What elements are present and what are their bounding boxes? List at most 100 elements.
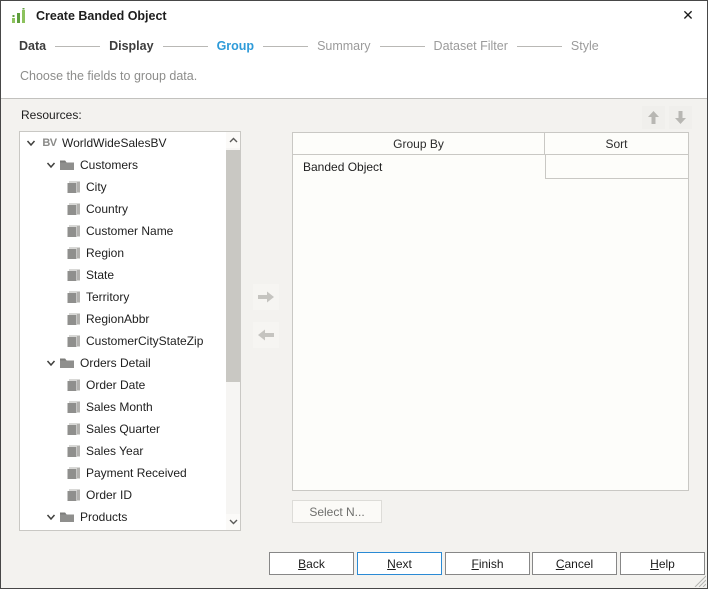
chevron-down-icon[interactable] — [45, 159, 57, 171]
up-arrow-icon — [648, 111, 659, 124]
tree-item-label: Sales Quarter — [86, 422, 161, 436]
tree-item-customers[interactable]: Customers — [20, 154, 226, 176]
group-by-cell[interactable]: Banded Object — [293, 155, 545, 179]
tree-item-regionabbr[interactable]: RegionAbbr — [20, 308, 226, 330]
down-arrow-icon — [675, 111, 686, 124]
wizard-step-dataset-filter[interactable]: Dataset Filter — [434, 39, 508, 53]
chevron-down-icon[interactable] — [45, 357, 57, 369]
tree-item-sales-quarter[interactable]: Sales Quarter — [20, 418, 226, 440]
group-by-table: Group By Sort Banded Object — [292, 132, 689, 491]
resources-tree: BV WorldWideSalesBV Customers City Country Cu… — [19, 131, 241, 531]
tree-item-label: Country — [86, 202, 129, 216]
field-icon — [65, 399, 81, 415]
wizard-step-group[interactable]: Group — [217, 39, 255, 53]
tree-item-label: City — [86, 180, 107, 194]
folder-icon — [59, 355, 75, 371]
step-connector — [55, 45, 101, 47]
move-down-button[interactable] — [669, 106, 692, 129]
chevron-down-icon[interactable] — [45, 511, 57, 523]
field-icon — [65, 465, 81, 481]
scroll-down-icon[interactable] — [226, 514, 240, 530]
group-table-header: Group By Sort — [293, 133, 688, 155]
dialog-title: Create Banded Object — [36, 9, 167, 23]
tree-item-label: Territory — [86, 290, 130, 304]
tree-item-label: WorldWideSalesBV — [62, 136, 167, 150]
field-icon — [65, 421, 81, 437]
wizard-step-display[interactable]: Display — [109, 39, 153, 53]
folder-icon — [59, 509, 75, 525]
tree-item-label: Order ID — [86, 488, 133, 502]
tree-item-label: Sales Month — [86, 400, 153, 414]
field-icon — [65, 245, 81, 261]
wizard-step-data[interactable]: Data — [19, 39, 46, 53]
scroll-up-icon[interactable] — [226, 132, 240, 148]
step-subtitle: Choose the fields to group data. — [20, 69, 198, 83]
tree-item-state[interactable]: State — [20, 264, 226, 286]
step-connector — [516, 45, 562, 47]
back-button[interactable]: Back — [269, 552, 354, 575]
tree-item-order-id[interactable]: Order ID — [20, 484, 226, 506]
tree-item-label: Orders Detail — [80, 356, 151, 370]
field-icon — [65, 377, 81, 393]
select-n-button[interactable]: Select N... — [292, 500, 382, 523]
field-icon — [65, 311, 81, 327]
help-button[interactable]: Help — [620, 552, 705, 575]
tree-item-label: Customers — [80, 158, 139, 172]
wizard-header: Create Banded Object ✕ Data Display Group S… — [1, 1, 707, 99]
tree-item-label: Products — [80, 510, 128, 524]
column-header-sort: Sort — [605, 136, 628, 151]
right-arrow-icon — [258, 291, 274, 303]
titlebar: Create Banded Object ✕ — [1, 1, 707, 31]
next-button[interactable]: Next — [357, 552, 442, 575]
tree-item-partial[interactable] — [20, 528, 226, 530]
tree-item-label: RegionAbbr — [86, 312, 150, 326]
wizard-step-style[interactable]: Style — [571, 39, 599, 53]
sort-cell[interactable] — [545, 155, 688, 179]
remove-field-button[interactable] — [253, 322, 279, 348]
tree-item-label: Customer Name — [86, 224, 174, 238]
folder-icon — [59, 157, 75, 173]
field-icon — [65, 443, 81, 459]
chevron-down-icon[interactable] — [25, 137, 37, 149]
field-icon — [65, 223, 81, 239]
column-header-group-by: Group By — [293, 133, 545, 154]
field-icon — [65, 289, 81, 305]
tree-item-customercitystatezip[interactable]: CustomerCityStateZip — [20, 330, 226, 352]
step-connector — [162, 45, 208, 47]
tree-scrollbar[interactable] — [226, 132, 240, 530]
add-field-button[interactable] — [253, 284, 279, 310]
tree-item-worldwidesalesbv[interactable]: BV WorldWideSalesBV — [20, 132, 226, 154]
table-row: Banded Object — [293, 155, 688, 179]
tree-item-payment-received[interactable]: Payment Received — [20, 462, 226, 484]
tree-item-region[interactable]: Region — [20, 242, 226, 264]
create-banded-object-dialog: Create Banded Object ✕ Data Display Group S… — [0, 0, 708, 589]
tree-item-products[interactable]: Products — [20, 506, 226, 528]
cancel-button[interactable]: Cancel — [532, 552, 617, 575]
wizard-step-summary[interactable]: Summary — [317, 39, 370, 53]
wizard-steps: Data Display Group Summary Dataset Filter Sty… — [19, 39, 599, 53]
field-icon — [65, 333, 81, 349]
resize-grip[interactable] — [693, 574, 706, 587]
tree-item-city[interactable]: City — [20, 176, 226, 198]
tree-item-label: Order Date — [86, 378, 146, 392]
tree-item-label: Payment Received — [86, 466, 187, 480]
field-icon — [65, 487, 81, 503]
tree-item-label: State — [86, 268, 115, 282]
tree-item-country[interactable]: Country — [20, 198, 226, 220]
tree-item-territory[interactable]: Territory — [20, 286, 226, 308]
resources-label: Resources: — [21, 108, 82, 122]
tree-item-label: Region — [86, 246, 125, 260]
finish-button[interactable]: Finish — [445, 552, 530, 575]
left-arrow-icon — [258, 329, 274, 341]
tree-item-order-date[interactable]: Order Date — [20, 374, 226, 396]
tree-item-customer-name[interactable]: Customer Name — [20, 220, 226, 242]
banded-object-icon — [12, 8, 25, 23]
tree-item-sales-year[interactable]: Sales Year — [20, 440, 226, 462]
field-icon — [65, 179, 81, 195]
tree-item-orders-detail[interactable]: Orders Detail — [20, 352, 226, 374]
move-up-button[interactable] — [642, 106, 665, 129]
business-view-icon: BV — [42, 137, 57, 149]
close-icon[interactable]: ✕ — [675, 3, 701, 27]
scrollbar-thumb[interactable] — [226, 150, 240, 382]
tree-item-sales-month[interactable]: Sales Month — [20, 396, 226, 418]
